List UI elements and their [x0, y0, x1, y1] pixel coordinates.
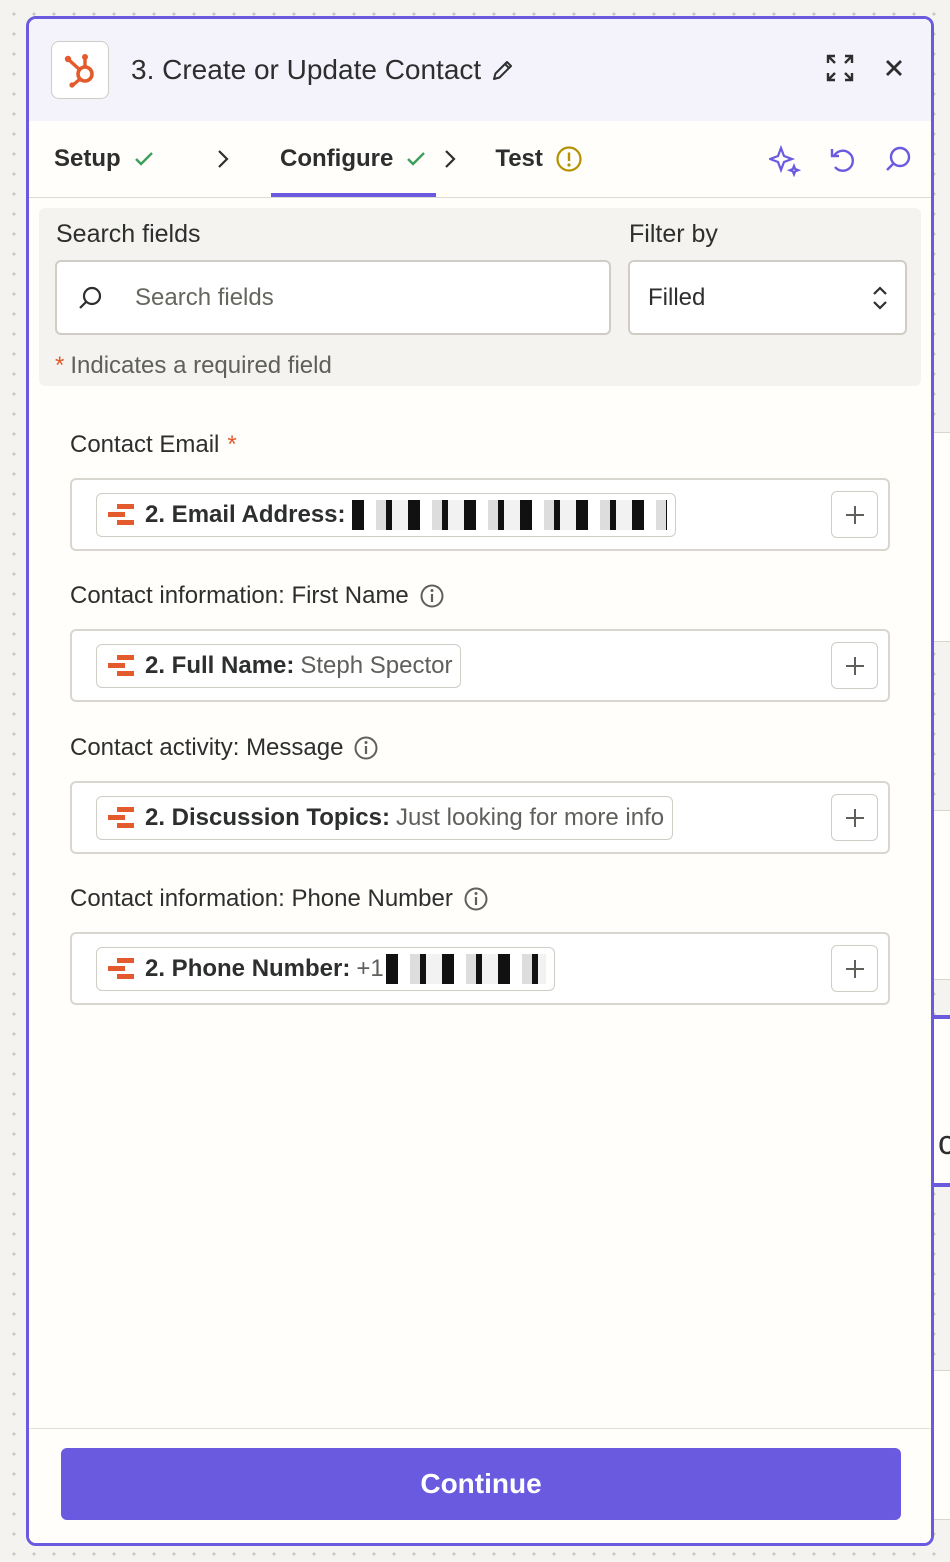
search-fields-label: Search fields: [56, 220, 201, 248]
field-label-text: Contact activity: Message: [70, 734, 344, 761]
check-icon: [134, 152, 153, 166]
check-icon: [407, 152, 426, 166]
formatter-step-icon: [107, 503, 135, 527]
step-title: 3. Create or Update Contact: [131, 54, 482, 85]
mapped-value-pill[interactable]: 2. Discussion Topics: Just looking for m…: [96, 795, 674, 840]
pill-value: +1: [356, 954, 384, 982]
search-icon: [79, 286, 102, 309]
filter-by-value: Filled: [648, 283, 706, 311]
refresh-icon[interactable]: [827, 145, 857, 177]
pill-key: 2. Email Address:: [145, 500, 346, 528]
info-icon[interactable]: [419, 583, 445, 609]
tab-test[interactable]: Test: [495, 121, 583, 197]
field-label: Contact information: First Name: [70, 581, 890, 611]
field-input[interactable]: 2. Full Name: Steph Spector: [70, 629, 890, 702]
field-label: Contact information: Phone Number: [70, 884, 890, 914]
ai-sparkle-icon[interactable]: [769, 145, 801, 177]
field-label-text: Contact Email: [70, 431, 220, 458]
required-asterisk: *: [227, 431, 237, 458]
field-label-text: Contact information: First Name: [70, 582, 409, 609]
field-input[interactable]: 2. Phone Number: +1: [70, 932, 890, 1005]
field-input[interactable]: 2. Email Address:: [70, 478, 890, 551]
pill-value: Steph Spector: [300, 651, 453, 679]
step-tabs: Setup Configure Test: [29, 121, 931, 198]
search-fields-input[interactable]: [135, 283, 555, 312]
filter-by-label: Filter by: [629, 220, 718, 248]
hubspot-icon: [51, 41, 109, 99]
field-phone-number: Contact information: Phone Number 2. Pho…: [70, 884, 890, 1005]
pill-key: 2. Full Name:: [145, 651, 295, 679]
add-data-button[interactable]: [831, 794, 878, 841]
search-icon[interactable]: [883, 145, 913, 177]
step-editor-panel: 3. Create or Update Contact Setup Config…: [26, 16, 934, 1546]
tab-configure[interactable]: Configure: [270, 121, 437, 197]
info-icon[interactable]: [463, 886, 489, 912]
redacted-value: [385, 953, 546, 984]
mapped-value-pill[interactable]: 2. Full Name: Steph Spector: [96, 643, 462, 688]
field-label: Contact activity: Message: [70, 733, 890, 763]
required-asterisk: *: [55, 352, 65, 379]
panel-header: 3. Create or Update Contact: [29, 19, 931, 121]
chevron-right-icon: [216, 148, 230, 170]
chevron-up-down-icon: [871, 284, 889, 312]
field-first-name: Contact information: First Name 2. Full …: [70, 581, 890, 702]
mapped-value-pill[interactable]: 2. Phone Number: +1: [96, 946, 555, 991]
plus-icon: [845, 656, 864, 675]
pill-value: Just looking for more info: [395, 803, 665, 831]
formatter-step-icon: [107, 957, 135, 981]
mapped-value-pill[interactable]: 2. Email Address:: [96, 492, 676, 537]
chevron-right-icon: [443, 148, 457, 170]
filter-by-select[interactable]: Filled: [628, 260, 907, 335]
redacted-value: [351, 499, 667, 530]
field-label-text: Contact information: Phone Number: [70, 885, 453, 912]
plus-icon: [845, 959, 864, 978]
pencil-icon[interactable]: [491, 58, 515, 82]
tab-label: Test: [495, 145, 543, 172]
pill-key: 2. Phone Number:: [145, 954, 351, 982]
close-icon[interactable]: [879, 53, 909, 83]
continue-button[interactable]: Continue: [61, 1448, 901, 1520]
add-data-button[interactable]: [831, 945, 878, 992]
search-fields-input-box[interactable]: [55, 260, 611, 335]
required-field-note: * Indicates a required field: [55, 352, 332, 380]
add-data-button[interactable]: [831, 491, 878, 538]
tab-setup[interactable]: Setup: [54, 121, 200, 197]
field-contact-email: Contact Email * 2. Email Address:: [70, 430, 890, 551]
add-data-button[interactable]: [831, 642, 878, 689]
warning-circle-icon: [556, 146, 582, 172]
expand-icon[interactable]: [825, 53, 855, 83]
required-note-text: Indicates a required field: [70, 352, 332, 379]
formatter-step-icon: [107, 654, 135, 678]
info-icon[interactable]: [353, 735, 379, 761]
pill-key: 2. Discussion Topics:: [145, 803, 390, 831]
field-filter-bar: Search fields Filter by Filled *Indicate…: [39, 208, 921, 386]
panel-footer: Continue: [29, 1428, 931, 1543]
field-label: Contact Email *: [70, 430, 890, 460]
plus-icon: [845, 808, 864, 827]
tab-label: Configure: [280, 145, 394, 172]
field-message: Contact activity: Message 2. Discussion …: [70, 733, 890, 854]
plus-icon: [845, 505, 864, 524]
field-input[interactable]: 2. Discussion Topics: Just looking for m…: [70, 781, 890, 854]
formatter-step-icon: [107, 806, 135, 830]
tab-label: Setup: [54, 145, 121, 172]
